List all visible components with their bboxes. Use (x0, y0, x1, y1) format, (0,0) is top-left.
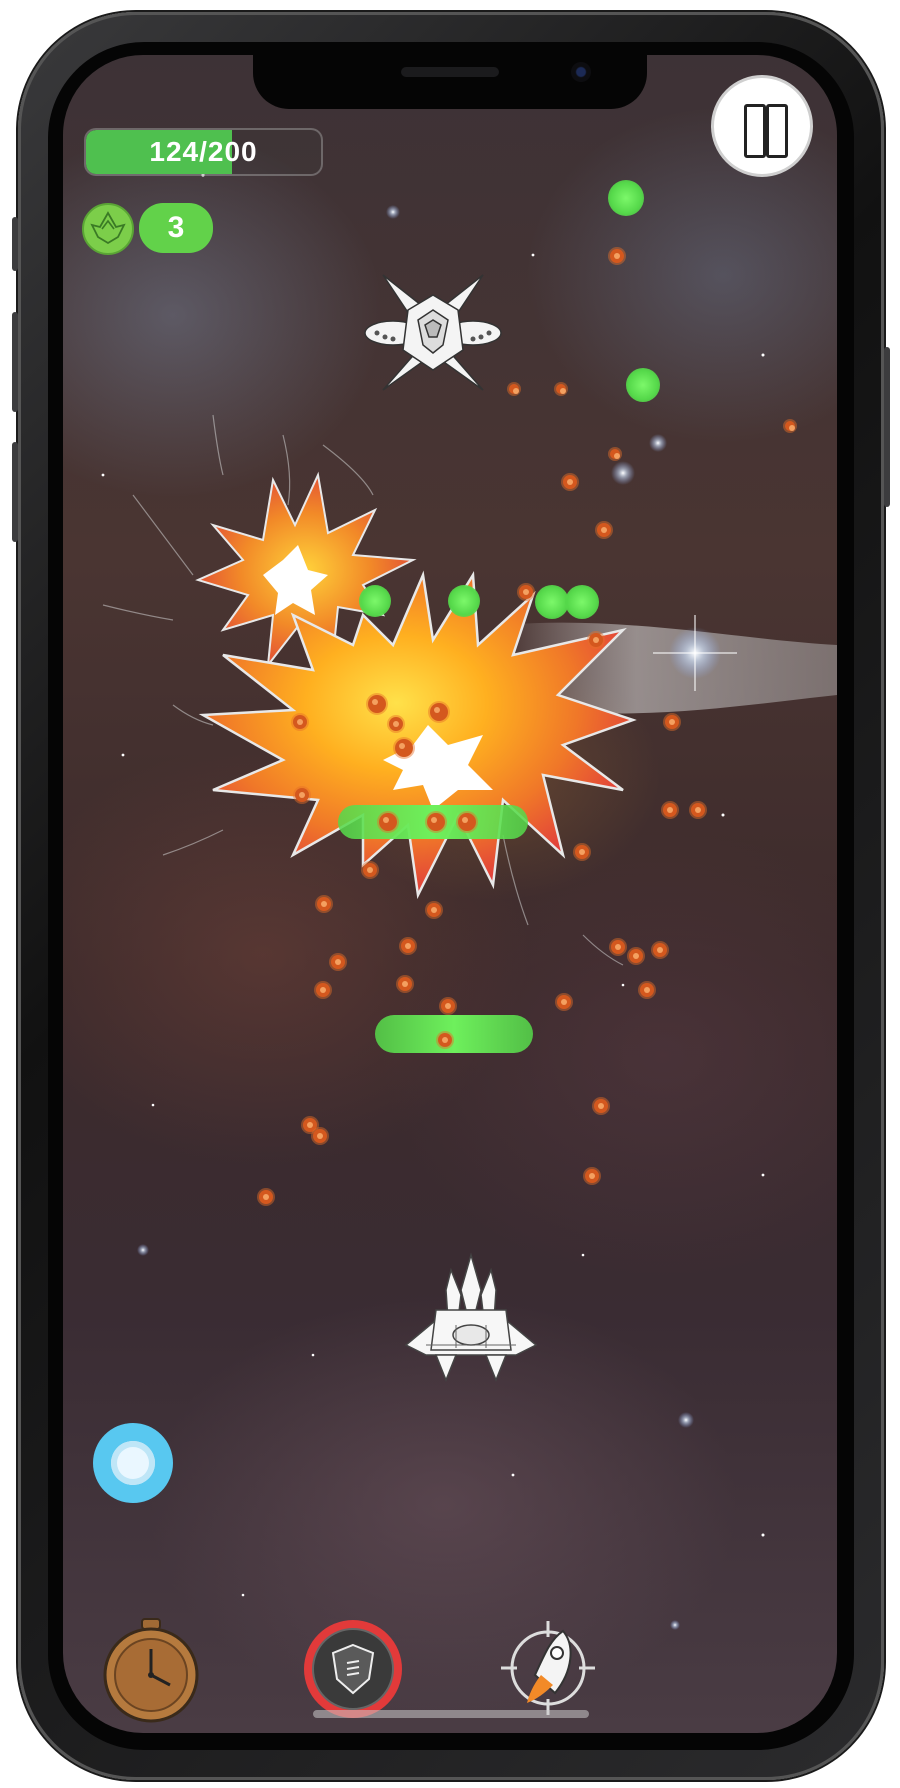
lives-counter: 3 (139, 203, 213, 253)
pause-icon (744, 104, 766, 158)
enemy-bullet (401, 939, 415, 953)
enemy-bullet (563, 475, 577, 489)
enemy-bullet (363, 863, 377, 877)
enemy-bullet (458, 813, 476, 831)
enemy-bullet (691, 803, 705, 817)
power-button (884, 347, 890, 507)
enemy-bullet (316, 983, 330, 997)
enemy-bullet (611, 940, 625, 954)
volume-down-button (12, 442, 18, 542)
enemy-bullet (629, 949, 643, 963)
enemy-bullet (663, 803, 677, 817)
enemy-bullet (313, 1129, 327, 1143)
green-orb (626, 368, 660, 402)
enemy-bullet (317, 897, 331, 911)
enemy-bullet (640, 983, 654, 997)
enemy-bullet (610, 249, 624, 263)
enemy-bullet (557, 995, 571, 1009)
enemy-bullet (427, 903, 441, 917)
stopwatch-icon (103, 1618, 199, 1723)
green-orb (359, 585, 391, 617)
home-indicator[interactable] (313, 1710, 589, 1718)
enemy-bullet (665, 715, 679, 729)
shield-ability-button[interactable] (93, 1423, 173, 1503)
notch (253, 55, 647, 109)
enemy-bullet (379, 813, 397, 831)
enemy-bullet (293, 715, 307, 729)
enemy-bullet (597, 523, 611, 537)
enemy-bullet (331, 955, 345, 969)
green-orb (448, 585, 480, 617)
enemy-bullet (575, 845, 589, 859)
enemy-bullet (594, 1099, 608, 1113)
ship-badge-icon (82, 203, 134, 255)
health-bar: 124/200 (84, 128, 323, 176)
enemy-bullet (395, 739, 413, 757)
green-orb (565, 585, 599, 619)
volume-up-button (12, 312, 18, 412)
enemy-bullet (438, 1033, 452, 1047)
enemy-bullet (785, 421, 795, 431)
green-laser-beam (375, 1015, 533, 1053)
enemy-bullet (519, 585, 533, 599)
enemy-bullet (259, 1190, 273, 1204)
enemy-bullet (556, 384, 566, 394)
front-camera (571, 62, 591, 82)
mute-switch (12, 217, 18, 271)
stopwatch-powerup-button[interactable] (96, 1615, 206, 1725)
enemy-bullet (509, 384, 519, 394)
enemy-bullet (610, 449, 620, 459)
health-value: 124/200 (149, 136, 258, 167)
earpiece-speaker (401, 67, 499, 77)
game-screen[interactable]: 124/200 3 (63, 55, 837, 1733)
pause-icon (766, 104, 788, 158)
enemy-bullet (427, 813, 445, 831)
enemy-bullet (398, 977, 412, 991)
enemy-bullet (589, 633, 603, 647)
pause-button[interactable] (711, 75, 813, 177)
player-ship (404, 1252, 538, 1383)
ship-icon (90, 211, 126, 245)
enemy-bullet (295, 788, 309, 802)
enemy-bullet (441, 999, 455, 1013)
rocket-powerup-button[interactable] (493, 1613, 603, 1723)
enemy-bullet (430, 703, 448, 721)
enemy-bullet (653, 943, 667, 957)
enemy-ship (364, 274, 502, 391)
green-orb (535, 585, 569, 619)
armor-powerup-button[interactable] (301, 1617, 405, 1721)
rocket-target-icon (501, 1621, 595, 1715)
enemy-bullet (585, 1169, 599, 1183)
green-orb (608, 180, 644, 216)
enemy-bullet (389, 717, 403, 731)
enemy-bullet (368, 695, 386, 713)
explosion-large (198, 570, 637, 900)
